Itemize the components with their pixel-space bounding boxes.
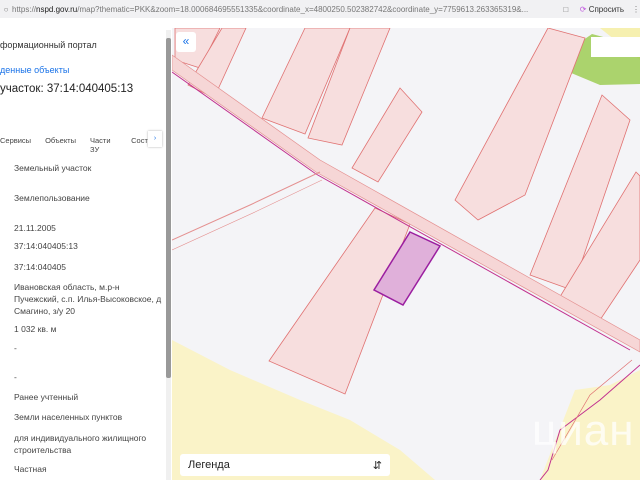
- chevron-updown-icon: ⇵: [372, 459, 382, 472]
- attr-category: Земли населенных пунктов: [14, 412, 123, 422]
- attr-kind: Землепользование: [14, 193, 90, 203]
- tab-services[interactable]: Сервисы: [0, 136, 31, 154]
- map-search-box[interactable]: [591, 37, 640, 57]
- legend-label: Легенда: [188, 459, 230, 471]
- attr-value-1: -: [14, 343, 17, 353]
- attr-quarter: 37:14:040405: [14, 262, 66, 272]
- tab-objects[interactable]: Объекты: [45, 136, 76, 154]
- attr-type: Земельный участок: [14, 163, 92, 173]
- panel-scrollbar[interactable]: [166, 30, 171, 480]
- parcel-heading: участок: 37:14:040405:13: [0, 83, 134, 95]
- legend-select[interactable]: Легенда ⇵: [180, 454, 390, 476]
- menu-icon[interactable]: ⋮: [632, 5, 640, 14]
- attr-area: 1 032 кв. м: [14, 324, 57, 334]
- address-bar[interactable]: ○ https://nspd.gov.ru/map?thematic=PKK&z…: [0, 0, 640, 18]
- tab-parts[interactable]: Части ЗУ: [90, 136, 117, 154]
- info-panel: формационный портал денные объекты участ…: [0, 28, 172, 480]
- collapse-panel-button[interactable]: «: [176, 32, 196, 52]
- watermark: циан: [532, 406, 635, 455]
- url-path: /map?thematic=PKK&zoom=18.00068469555133…: [77, 4, 529, 14]
- attr-cad-number: 37:14:040405:13: [14, 241, 78, 251]
- scrollbar-thumb[interactable]: [166, 38, 171, 378]
- ask-button[interactable]: ⟳ Спросить: [580, 5, 624, 14]
- attr-value-2: -: [14, 372, 17, 382]
- url-host: nspd.gov.ru: [36, 4, 78, 14]
- attr-address: Ивановская область, м.р-н Пучежский, с.п…: [14, 282, 162, 316]
- url-text[interactable]: https://nspd.gov.ru/map?thematic=PKK&zoo…: [12, 5, 558, 14]
- tabs: Сервисы Объекты Части ЗУ Соста: [0, 136, 166, 154]
- portal-title: формационный портал: [0, 40, 97, 50]
- bookmark-icon[interactable]: □: [558, 5, 574, 14]
- attr-date: 21.11.2005: [14, 223, 56, 233]
- attr-use: для индивидуального жилищного строительс…: [14, 433, 147, 455]
- lock-icon: ○: [3, 4, 9, 14]
- side-road: [172, 171, 321, 241]
- tabs-next-button[interactable]: ›: [148, 131, 162, 147]
- ask-icon: ⟳: [579, 4, 587, 14]
- ask-label: Спросить: [588, 4, 624, 14]
- url-prefix: https://: [12, 4, 37, 14]
- map-canvas[interactable]: циан: [172, 28, 640, 480]
- attr-status: Ранее учтенный: [14, 392, 79, 402]
- found-objects-link[interactable]: денные объекты: [0, 65, 69, 75]
- attr-ownership: Частная: [14, 464, 47, 474]
